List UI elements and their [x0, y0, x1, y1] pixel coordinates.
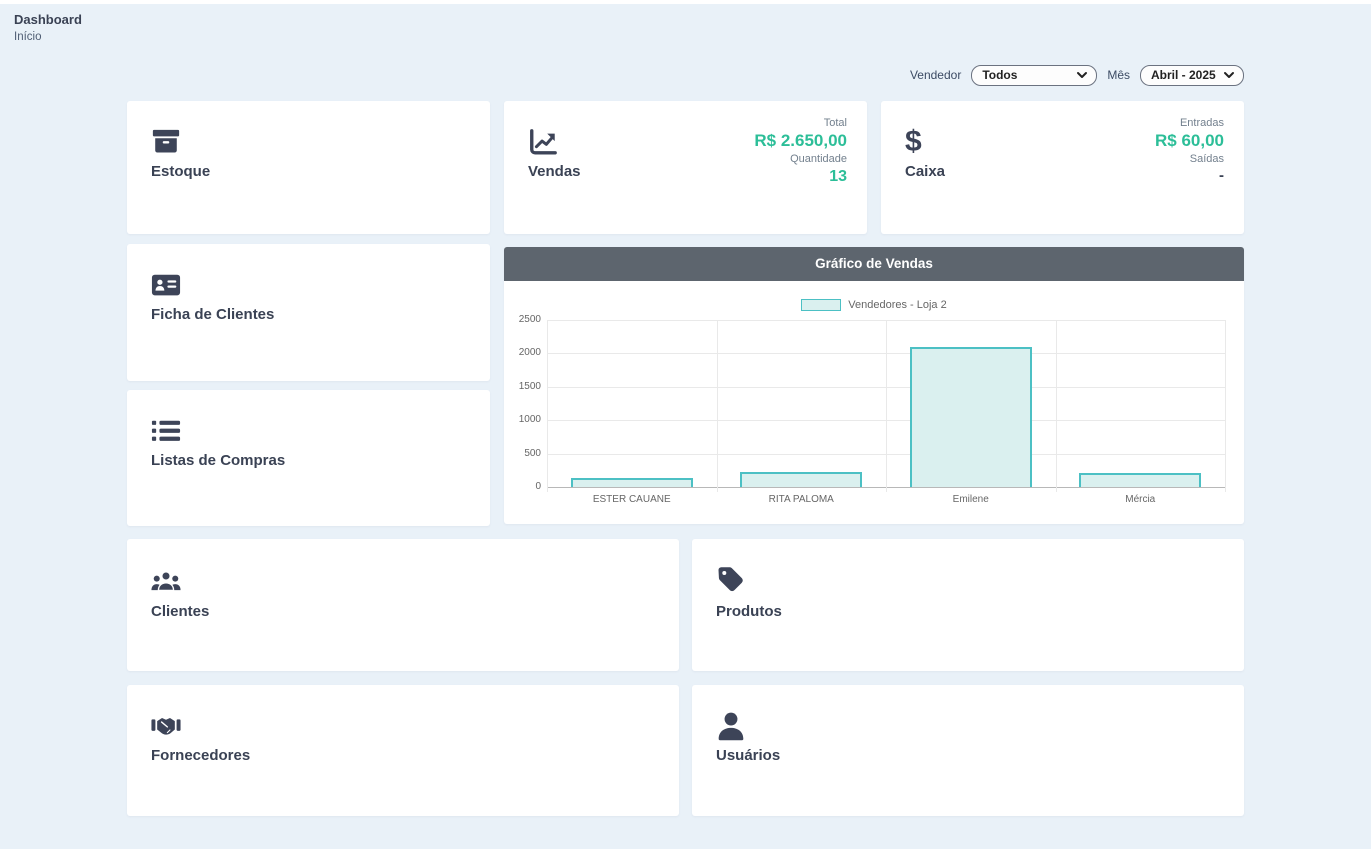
card-ficha-clientes[interactable]: Ficha de Clientes: [127, 244, 490, 381]
mes-select-label: Mês: [1107, 68, 1130, 82]
y-tick-label: 2500: [519, 314, 541, 326]
caixa-saidas-value: -: [1155, 167, 1224, 184]
user-icon: [716, 711, 746, 741]
chevron-down-icon: [1223, 69, 1235, 81]
gridline-v: [1225, 320, 1226, 492]
bar-ester-cauane: [571, 478, 693, 487]
y-tick-label: 0: [535, 481, 541, 493]
vendas-quantidade-value: 13: [754, 167, 847, 186]
card-vendas-label: Vendas: [528, 163, 581, 180]
caixa-stats: Entradas R$ 60,00 Saídas -: [1155, 117, 1224, 184]
legend-swatch: [801, 299, 841, 311]
card-ficha-clientes-label: Ficha de Clientes: [151, 306, 274, 323]
chart-x-axis: ESTER CAUANERITA PALOMAEmileneMércia: [547, 494, 1225, 508]
vendedor-select-value: Todos: [982, 68, 1017, 82]
x-tick-label: ESTER CAUANE: [547, 494, 717, 505]
dollar-icon: $: [905, 127, 935, 157]
mes-select[interactable]: Abril - 2025: [1140, 65, 1244, 86]
chart-plot: [547, 320, 1225, 487]
vendas-quantidade-label: Quantidade: [754, 153, 847, 165]
bar-mércia: [1079, 473, 1201, 487]
mes-select-value: Abril - 2025: [1151, 68, 1216, 82]
caixa-entradas-value: R$ 60,00: [1155, 131, 1224, 151]
card-produtos-label: Produtos: [716, 603, 782, 620]
card-estoque-label: Estoque: [151, 163, 210, 180]
handshake-icon: [151, 711, 181, 741]
legend-label: Vendedores - Loja 2: [848, 299, 946, 311]
bar-emilene: [910, 347, 1032, 487]
vendedor-select-label: Vendedor: [910, 68, 961, 82]
gridline-v: [886, 320, 887, 492]
bar-rita-paloma: [740, 472, 862, 487]
page-title: Dashboard: [14, 12, 82, 27]
x-tick-label: RITA PALOMA: [717, 494, 887, 505]
y-tick-label: 1000: [519, 414, 541, 426]
y-tick-label: 2000: [519, 347, 541, 359]
card-usuarios[interactable]: Usuários: [692, 685, 1244, 816]
filter-row: Vendedor Todos Mês Abril - 2025: [127, 64, 1244, 86]
card-fornecedores-label: Fornecedores: [151, 747, 250, 764]
caixa-saidas-label: Saídas: [1155, 153, 1224, 165]
users-icon: [151, 565, 181, 595]
card-caixa[interactable]: $ Caixa Entradas R$ 60,00 Saídas -: [881, 101, 1244, 234]
gridline-v: [717, 320, 718, 492]
y-tick-label: 1500: [519, 381, 541, 393]
chart-y-axis: 05001000150020002500: [504, 320, 541, 487]
archive-icon: [151, 127, 181, 157]
vendedor-select[interactable]: Todos: [971, 65, 1097, 86]
card-produtos[interactable]: Produtos: [692, 539, 1244, 671]
vendas-total-label: Total: [754, 117, 847, 129]
chart-legend[interactable]: Vendedores - Loja 2: [504, 299, 1244, 311]
chart-line-icon: [528, 127, 558, 157]
gridline-v: [547, 320, 548, 492]
tag-icon: [716, 565, 746, 595]
card-clientes[interactable]: Clientes: [127, 539, 679, 671]
card-estoque[interactable]: Estoque: [127, 101, 490, 234]
card-caixa-label: Caixa: [905, 163, 945, 180]
card-vendas[interactable]: Vendas Total R$ 2.650,00 Quantidade 13: [504, 101, 867, 234]
vendas-stats: Total R$ 2.650,00 Quantidade 13: [754, 117, 847, 186]
card-listas-compras[interactable]: Listas de Compras: [127, 390, 490, 526]
list-icon: [151, 416, 181, 446]
caixa-entradas-label: Entradas: [1155, 117, 1224, 129]
chevron-down-icon: [1076, 69, 1088, 81]
chart-title: Gráfico de Vendas: [504, 247, 1244, 281]
x-tick-label: Emilene: [886, 494, 1056, 505]
card-fornecedores[interactable]: Fornecedores: [127, 685, 679, 816]
gridline-v: [1056, 320, 1057, 492]
card-usuarios-label: Usuários: [716, 747, 780, 764]
address-card-icon: [151, 270, 181, 300]
breadcrumb: Início: [14, 31, 42, 43]
chart-card: Gráfico de Vendas Vendedores - Loja 2 0 5…: [504, 247, 1244, 524]
y-tick-label: 500: [524, 448, 541, 460]
x-tick-label: Mércia: [1056, 494, 1226, 505]
card-listas-compras-label: Listas de Compras: [151, 452, 285, 469]
card-clientes-label: Clientes: [151, 603, 209, 620]
vendas-total-value: R$ 2.650,00: [754, 131, 847, 151]
